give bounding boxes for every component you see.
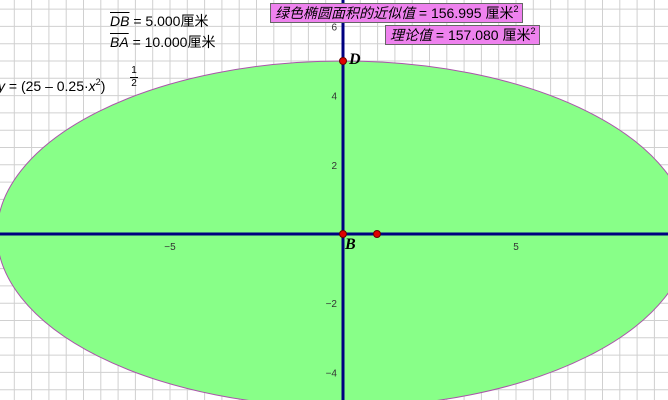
theory-area-label[interactable]: 理论值 = 157.080 厘米2 (385, 25, 541, 45)
measurement-ba: BA = 10.000厘米 (110, 34, 215, 51)
theory-area-text: 理论值 (390, 27, 432, 43)
approx-area-label[interactable]: 绿色椭圆面积的近似值 = 156.995 厘米2 (270, 3, 524, 23)
x-tick-label: −5 (164, 242, 176, 253)
segment-db-label: DB (110, 13, 130, 29)
y-tick-label: −4 (326, 368, 338, 379)
fraction-denominator: 2 (131, 78, 137, 89)
segment-db-value: = 5.000厘米 (129, 13, 209, 29)
graph-canvas[interactable]: −5 5 6 4 2 −2 −4 (0, 0, 668, 400)
y-tick-label: 2 (331, 161, 337, 172)
segment-ba-label: BA (110, 34, 129, 50)
x-tick-label: 5 (513, 242, 519, 253)
measurement-db: DB = 5.000厘米 (110, 13, 208, 30)
ellipse-equation: y = (25 – 0.25·x2) (0, 78, 106, 95)
point-on-x-axis[interactable] (373, 230, 381, 238)
fraction-numerator: 1 (131, 65, 137, 76)
point-d-label: D (349, 51, 361, 68)
segment-ba-value: = 10.000厘米 (128, 34, 216, 50)
approx-area-value: = 156.995 厘米 (415, 5, 514, 21)
approx-area-exponent: 2 (513, 4, 519, 14)
equation-variable: x (88, 78, 96, 94)
point-b-label: B (345, 236, 356, 253)
point-d[interactable] (339, 57, 347, 65)
y-tick-label: 6 (331, 22, 337, 33)
y-tick-label: 4 (331, 92, 337, 103)
theory-area-value: = 157.080 厘米 (432, 27, 531, 43)
approx-area-text: 绿色椭圆面积的近似值 (275, 5, 415, 21)
theory-area-exponent: 2 (530, 26, 536, 36)
equation-body: = (25 – 0.25· (5, 78, 89, 94)
y-tick-label: −2 (326, 299, 338, 310)
equation-close: ) (100, 78, 106, 94)
equation-fraction: 1 2 (130, 66, 138, 89)
green-ellipse[interactable] (0, 60, 668, 400)
